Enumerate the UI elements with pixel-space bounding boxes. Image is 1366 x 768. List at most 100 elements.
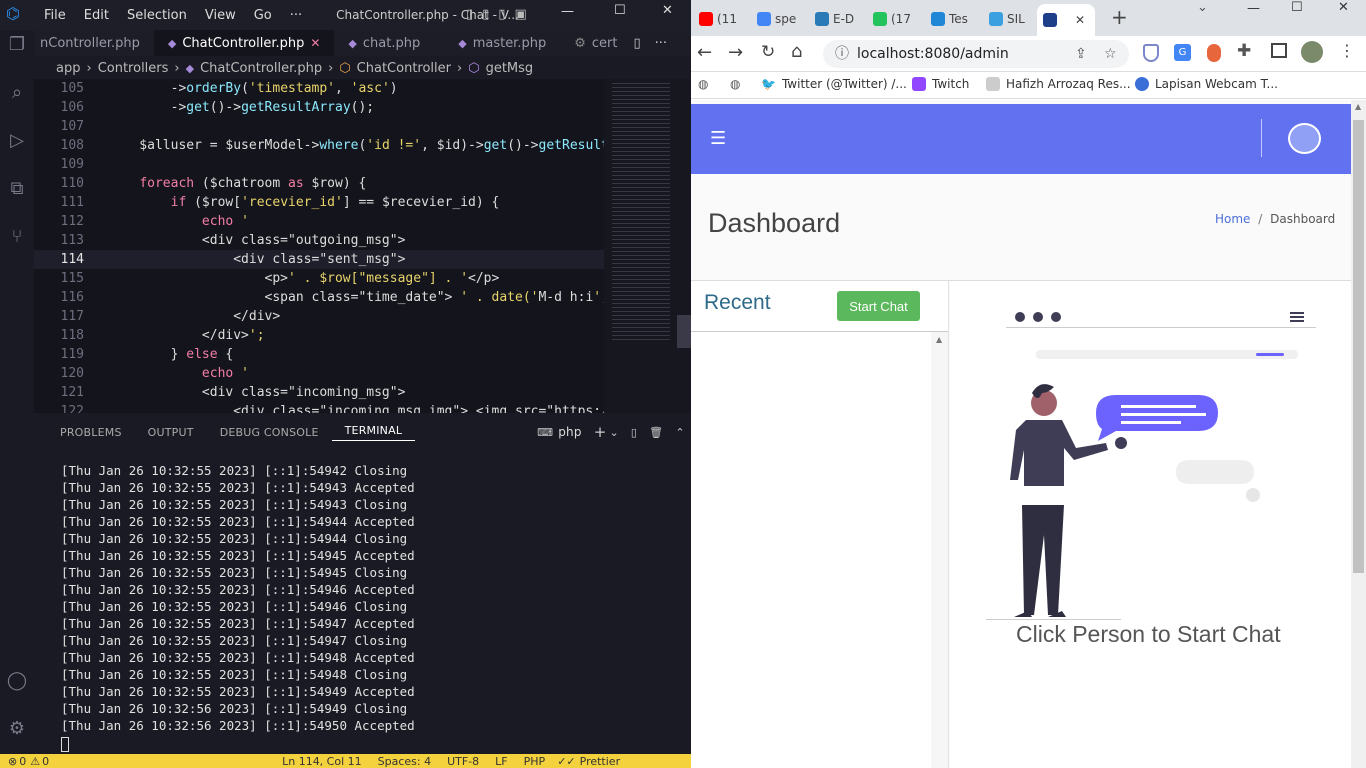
extensions-puzzle-icon[interactable]: ✚ xyxy=(1237,41,1251,61)
menu-file[interactable]: File xyxy=(35,8,75,23)
cursor-position[interactable]: Ln 114, Col 11 xyxy=(282,755,362,768)
breadcrumb-item[interactable]: Controllers xyxy=(98,61,169,76)
tab-output[interactable]: OUTPUT xyxy=(135,426,207,439)
bookmark-twitch[interactable]: Twitch xyxy=(912,77,969,91)
home-icon[interactable]: ⌂ xyxy=(791,41,802,62)
menu-more[interactable]: ··· xyxy=(281,8,311,23)
browser-tab[interactable]: (17 xyxy=(873,8,911,30)
errors-icon[interactable]: ⊗ xyxy=(8,755,17,768)
bookmark-hafizh[interactable]: Hafizh Arrozaq Res... xyxy=(986,77,1131,91)
split-editor-icon[interactable]: ▯ xyxy=(633,36,640,51)
code-line[interactable]: 119 } else { xyxy=(34,345,604,364)
bookmark-twitter[interactable]: 🐦 Twitter (@Twitter) /... xyxy=(761,77,907,91)
code-line[interactable]: 105 ->orderBy('timestamp', 'asc') xyxy=(34,79,604,98)
terminal-shell-name[interactable]: php xyxy=(553,425,581,439)
start-chat-button[interactable]: Start Chat xyxy=(837,291,920,321)
profile-avatar[interactable] xyxy=(1301,41,1323,63)
warning-icon[interactable]: ⚠ xyxy=(30,755,40,768)
breadcrumb-item[interactable]: ChatController.php xyxy=(200,61,322,76)
bookmark-star-icon[interactable]: ☆ xyxy=(1104,40,1117,68)
code-line[interactable]: 122 <div class="incoming_msg_img"> <img … xyxy=(34,402,604,413)
globe-icon[interactable]: ◍ xyxy=(698,77,708,91)
bookmark-lapisan[interactable]: Lapisan Webcam T... xyxy=(1135,77,1278,91)
end-of-line[interactable]: LF xyxy=(495,755,507,768)
code-line[interactable]: 113 <div class="outgoing_msg"> xyxy=(34,231,604,250)
address-bar[interactable]: ⓘ localhost:8080/admin ⇪ ☆ xyxy=(823,40,1129,68)
tab-master-php[interactable]: ◆ master.php xyxy=(434,30,560,56)
minimize-icon[interactable]: — xyxy=(561,4,574,19)
language-mode[interactable]: PHP xyxy=(524,755,546,768)
breadcrumb-item[interactable]: app xyxy=(56,61,80,76)
recent-scrollbar[interactable]: ▲ xyxy=(931,332,948,768)
indentation[interactable]: Spaces: 4 xyxy=(378,755,431,768)
maximize-icon[interactable]: ☐ xyxy=(1291,0,1303,15)
tab-terminal[interactable]: TERMINAL xyxy=(331,424,416,441)
minimize-icon[interactable]: — xyxy=(1247,1,1260,16)
run-debug-icon[interactable]: ▷ xyxy=(6,130,28,152)
close-window-icon[interactable]: ✕ xyxy=(1338,0,1349,15)
warning-count[interactable]: 0 xyxy=(42,755,49,768)
tab-chatcontroller[interactable]: ◆ ChatController.php ✕ xyxy=(153,30,335,56)
account-icon[interactable]: ◯ xyxy=(6,670,28,692)
tab-problems[interactable]: PROBLEMS xyxy=(34,426,135,439)
code-line[interactable]: 112 echo ' xyxy=(34,212,604,231)
settings-gear-icon[interactable]: ⚙ xyxy=(6,718,28,740)
site-info-icon[interactable]: ⓘ xyxy=(835,40,849,68)
share-icon[interactable]: ⇪ xyxy=(1075,40,1087,68)
forward-icon[interactable]: → xyxy=(728,42,743,63)
code-line[interactable]: 106 ->get()->getResultArray(); xyxy=(34,98,604,117)
extension-shield-icon[interactable] xyxy=(1143,44,1159,62)
translate-icon[interactable]: G xyxy=(1174,44,1191,61)
browser-tab[interactable]: (11 xyxy=(699,8,737,30)
code-line[interactable]: 120 echo ' xyxy=(34,364,604,383)
code-line[interactable]: 121 <div class="incoming_msg"> xyxy=(34,383,604,402)
close-window-icon[interactable]: ✕ xyxy=(662,3,673,18)
page-scrollbar[interactable]: ▲ xyxy=(1351,100,1366,768)
scroll-up-icon[interactable]: ▲ xyxy=(936,335,942,344)
code-line[interactable]: 117 </div> xyxy=(34,307,604,326)
dropdown-icon[interactable]: ⌄ xyxy=(606,426,618,439)
globe-icon[interactable]: ◍ xyxy=(730,77,740,91)
maximize-panel-icon[interactable]: ⌃ xyxy=(663,426,684,439)
code-line[interactable]: 110 foreach ($chatroom as $row) { xyxy=(34,174,604,193)
new-tab-button[interactable]: + xyxy=(1111,5,1128,29)
browser-tab[interactable]: ✕ xyxy=(1037,4,1095,36)
breadcrumb-item[interactable]: ChatController xyxy=(357,61,451,76)
tab-search-icon[interactable]: ⌄ xyxy=(1197,0,1208,15)
minimap-slider[interactable] xyxy=(677,315,691,348)
menu-edit[interactable]: Edit xyxy=(75,8,118,23)
source-control-icon[interactable]: ⑂ xyxy=(6,226,28,248)
code-line[interactable]: 109 xyxy=(34,155,604,174)
close-tab-icon[interactable]: ✕ xyxy=(310,36,320,50)
code-line[interactable]: 116 <span class="time_date"> ' . date('M… xyxy=(34,288,604,307)
browser-tab[interactable]: SIL xyxy=(989,8,1025,30)
browser-tab[interactable]: E-D xyxy=(815,8,854,30)
code-line[interactable]: 111 if ($row['recevier_id'] == $recevier… xyxy=(34,193,604,212)
menu-go[interactable]: Go xyxy=(245,8,281,23)
tab-cert[interactable]: ⚙ cert xyxy=(560,30,631,56)
code-line[interactable]: 108 $alluser = $userModel->where('id !='… xyxy=(34,136,604,155)
browser-tab[interactable]: Tes xyxy=(931,8,968,30)
hamburger-menu-icon[interactable]: ☰ xyxy=(710,128,726,149)
code-line[interactable]: 118 </div>'; xyxy=(34,326,604,345)
new-terminal-icon[interactable]: + xyxy=(582,423,607,441)
back-icon[interactable]: ← xyxy=(697,42,712,63)
breadcrumb-home-link[interactable]: Home xyxy=(1215,212,1250,226)
more-actions-icon[interactable]: ··· xyxy=(655,36,667,51)
encoding[interactable]: UTF-8 xyxy=(447,755,479,768)
user-avatar[interactable] xyxy=(1288,123,1321,154)
code-line[interactable]: 115 <p>' . $row["message"] . '</p> xyxy=(34,269,604,288)
minimap[interactable] xyxy=(604,79,691,413)
scroll-up-icon[interactable]: ▲ xyxy=(1355,102,1361,111)
explorer-icon[interactable]: ❐ xyxy=(6,34,28,56)
tab-nController[interactable]: nController.php xyxy=(34,30,154,56)
error-count[interactable]: 0 xyxy=(19,755,26,768)
code-line[interactable]: 107 xyxy=(34,117,604,136)
search-icon[interactable]: ⌕ xyxy=(6,82,28,104)
breadcrumb-item[interactable]: getMsg xyxy=(486,61,534,76)
maximize-icon[interactable]: ☐ xyxy=(614,3,626,18)
tab-chat-php[interactable]: ◆ chat.php xyxy=(334,30,434,56)
extensions-icon[interactable]: ⧉ xyxy=(6,178,28,200)
tab-debug-console[interactable]: DEBUG CONSOLE xyxy=(207,426,332,439)
code-line[interactable]: 114 <div class="sent_msg"> xyxy=(34,250,604,269)
